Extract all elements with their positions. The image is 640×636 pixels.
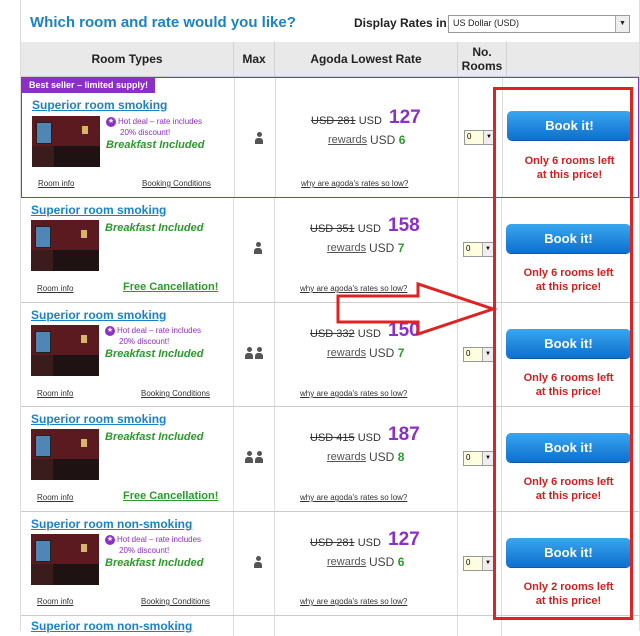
agoda-price: 127 <box>388 529 420 550</box>
hot-deal-note: ★ Hot deal – rate includes 20% discount! <box>106 116 203 137</box>
rewards-link[interactable]: rewards <box>327 242 366 254</box>
room-info-link[interactable]: Room info <box>37 284 73 293</box>
why-rates-low-link[interactable]: why are agoda's rates so low? <box>300 284 407 293</box>
room-photo[interactable] <box>32 116 100 167</box>
col-room-types: Room Types <box>21 42 234 76</box>
rooms-qty-select[interactable]: 0 ▼ <box>463 556 494 571</box>
star-icon: ★ <box>105 325 115 336</box>
page-title: Which room and rate would you like? <box>30 14 296 31</box>
room-info-link[interactable]: Room info <box>37 389 73 398</box>
rewards-link[interactable]: rewards <box>328 134 367 146</box>
rooms-qty-select[interactable]: 0 ▼ <box>463 347 494 362</box>
free-cancellation-link[interactable]: Free Cancellation! <box>123 281 218 293</box>
why-rates-low-link[interactable]: why are agoda's rates so low? <box>301 179 408 188</box>
booking-conditions-link[interactable]: Booking Conditions <box>142 179 211 188</box>
room-photo[interactable] <box>31 429 99 480</box>
breakfast-included: Breakfast Included <box>105 222 204 234</box>
top-bar: Which room and rate would you like? Disp… <box>21 0 639 43</box>
rooms-qty-select[interactable]: 0 ▼ <box>463 242 494 257</box>
table-header: Room Types Max Agoda Lowest Rate No. Roo… <box>21 42 639 77</box>
breakfast-included: Breakfast Included <box>105 557 204 569</box>
room-name-link[interactable]: Superior room non-smoking <box>31 517 192 531</box>
original-price: USD 281 USD <box>311 115 382 127</box>
agoda-price: 158 <box>388 215 420 236</box>
room-photo[interactable] <box>31 534 99 585</box>
rooms-qty-select[interactable]: 0 ▼ <box>464 130 495 145</box>
room-photo[interactable] <box>31 325 99 376</box>
original-price: USD 281 USD <box>310 537 381 549</box>
currency-value: US Dollar (USD) <box>453 18 520 28</box>
original-price: USD 351 USD <box>310 223 381 235</box>
highlight-box <box>493 87 633 620</box>
room-info-link[interactable]: Room info <box>37 493 73 502</box>
reward-points: USD 7 <box>369 241 405 255</box>
why-rates-low-link[interactable]: why are agoda's rates so low? <box>300 493 407 502</box>
hot-deal-note: ★ Hot deal – rate includes 20% discount! <box>105 534 202 555</box>
reward-points: USD 6 <box>369 555 405 569</box>
room-info-link[interactable]: Room info <box>37 597 73 606</box>
free-cancellation-link[interactable]: Free Cancellation! <box>123 490 218 502</box>
rooms-qty-select[interactable]: 0 ▼ <box>463 451 494 466</box>
why-rates-low-link[interactable]: why are agoda's rates so low? <box>300 597 407 606</box>
booking-conditions-link[interactable]: Booking Conditions <box>141 389 210 398</box>
booking-conditions-link[interactable]: Booking Conditions <box>141 597 210 606</box>
agoda-price: 150 <box>388 320 420 341</box>
room-name-link[interactable]: Superior room smoking <box>32 98 167 112</box>
reward-points: USD 7 <box>369 346 405 360</box>
rewards-link[interactable]: rewards <box>327 347 366 359</box>
rewards-link[interactable]: rewards <box>327 451 366 463</box>
room-name-link[interactable]: Superior room smoking <box>31 308 166 322</box>
why-rates-low-link[interactable]: why are agoda's rates so low? <box>300 389 407 398</box>
best-seller-badge: Best seller – limited supply! <box>22 78 156 93</box>
display-rates-label: Display Rates in: <box>354 16 451 30</box>
room-photo[interactable] <box>31 220 99 271</box>
person-icon <box>248 242 268 256</box>
room-name-link[interactable]: Superior room smoking <box>31 203 166 217</box>
chevron-down-icon: ▼ <box>615 16 629 32</box>
agoda-price: 187 <box>388 424 420 445</box>
reward-points: USD 8 <box>369 450 405 464</box>
col-max: Max <box>234 42 275 76</box>
breakfast-included: Breakfast Included <box>105 431 204 443</box>
two-persons-icon <box>245 347 265 361</box>
breakfast-included: Breakfast Included <box>106 139 205 151</box>
breakfast-included: Breakfast Included <box>105 348 204 360</box>
two-persons-icon <box>245 451 265 465</box>
room-name-link[interactable]: Superior room smoking <box>31 412 166 426</box>
person-icon <box>248 556 268 570</box>
original-price: USD 415 USD <box>310 432 381 444</box>
currency-select[interactable]: US Dollar (USD) ▼ <box>448 15 630 33</box>
person-icon <box>249 132 269 146</box>
star-icon: ★ <box>106 116 116 127</box>
agoda-price: 127 <box>389 107 421 128</box>
hot-deal-note: ★ Hot deal – rate includes 20% discount! <box>105 325 202 346</box>
original-price: USD 332 USD <box>310 328 381 340</box>
col-no-rooms: No. Rooms <box>458 42 507 76</box>
reward-points: USD 6 <box>370 133 406 147</box>
rewards-link[interactable]: rewards <box>327 556 366 568</box>
room-info-link[interactable]: Room info <box>38 179 74 188</box>
col-lowest-rate: Agoda Lowest Rate <box>275 42 458 76</box>
star-icon: ★ <box>105 534 115 545</box>
